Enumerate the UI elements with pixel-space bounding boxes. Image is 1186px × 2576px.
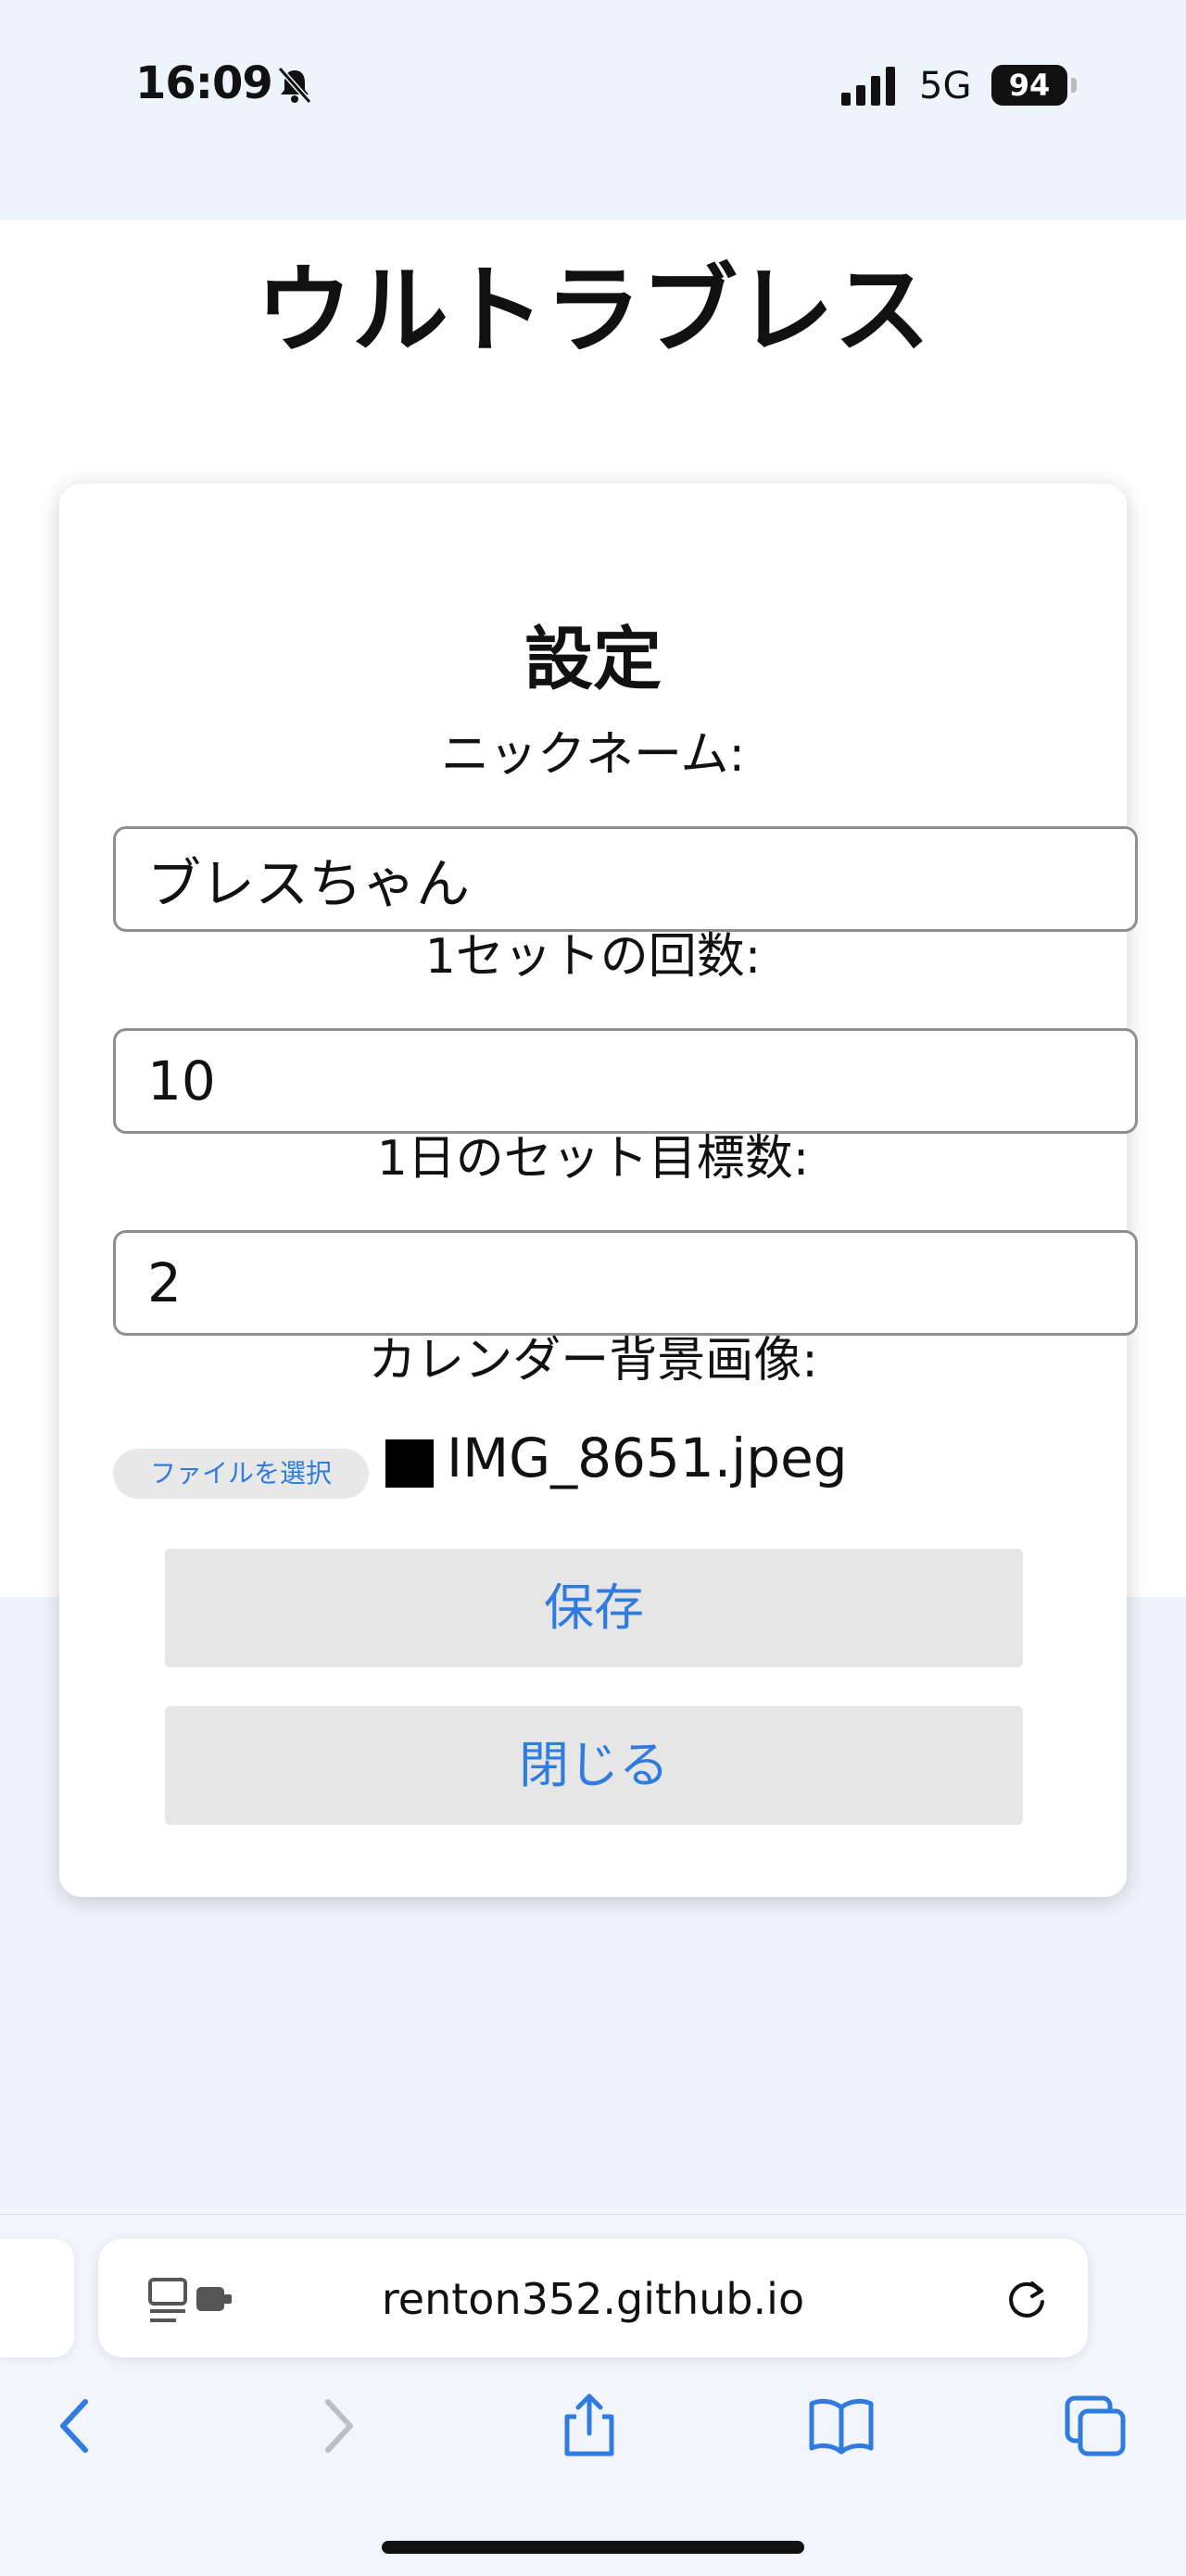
share-icon[interactable] <box>552 2389 626 2463</box>
battery-tip <box>1071 78 1077 93</box>
status-bar: 16:09 5G 94 <box>0 0 1186 220</box>
app-title: ウルトラブレス <box>255 254 930 367</box>
reload-icon[interactable] <box>1003 2274 1051 2322</box>
forward-icon[interactable] <box>300 2389 374 2463</box>
back-icon[interactable] <box>39 2389 113 2463</box>
nickname-input[interactable] <box>113 826 1138 932</box>
choose-file-button[interactable]: ファイルを選択 <box>113 1449 369 1499</box>
settings-title: 設定 <box>524 620 662 699</box>
reps-per-set-label: 1セットの回数: <box>424 929 762 985</box>
previous-tab-preview[interactable] <box>0 2239 74 2357</box>
home-indicator <box>382 2541 804 2554</box>
daily-sets-label: 1日のセット目標数: <box>376 1131 810 1187</box>
background-image-label: カレンダー背景画像: <box>368 1333 818 1389</box>
status-time: 16:09 <box>135 57 273 109</box>
battery-icon: 94 <box>991 65 1067 106</box>
network-type: 5G <box>919 65 972 107</box>
bookmarks-icon[interactable] <box>804 2389 878 2463</box>
tabs-icon[interactable] <box>1058 2389 1132 2463</box>
bell-slash-icon <box>277 67 312 104</box>
browser-chrome: renton352.github.io <box>0 2214 1186 2576</box>
file-thumbnail <box>385 1439 434 1488</box>
signal-bars-icon <box>841 67 895 106</box>
selected-file-name: IMG_8651.jpeg <box>447 1426 848 1489</box>
daily-sets-input[interactable] <box>113 1230 1138 1336</box>
settings-dialog: 設定 ニックネーム: 1セットの回数: 1日のセット目標数: カレンダー背景画像… <box>59 484 1138 1897</box>
address-bar[interactable]: renton352.github.io <box>98 2239 1088 2357</box>
reps-per-set-input[interactable] <box>113 1028 1138 1134</box>
url-text: renton352.github.io <box>381 2274 805 2324</box>
nickname-label: ニックネーム: <box>441 727 745 783</box>
save-button[interactable]: 保存 <box>165 1549 1023 1667</box>
close-button[interactable]: 閉じる <box>165 1706 1023 1825</box>
